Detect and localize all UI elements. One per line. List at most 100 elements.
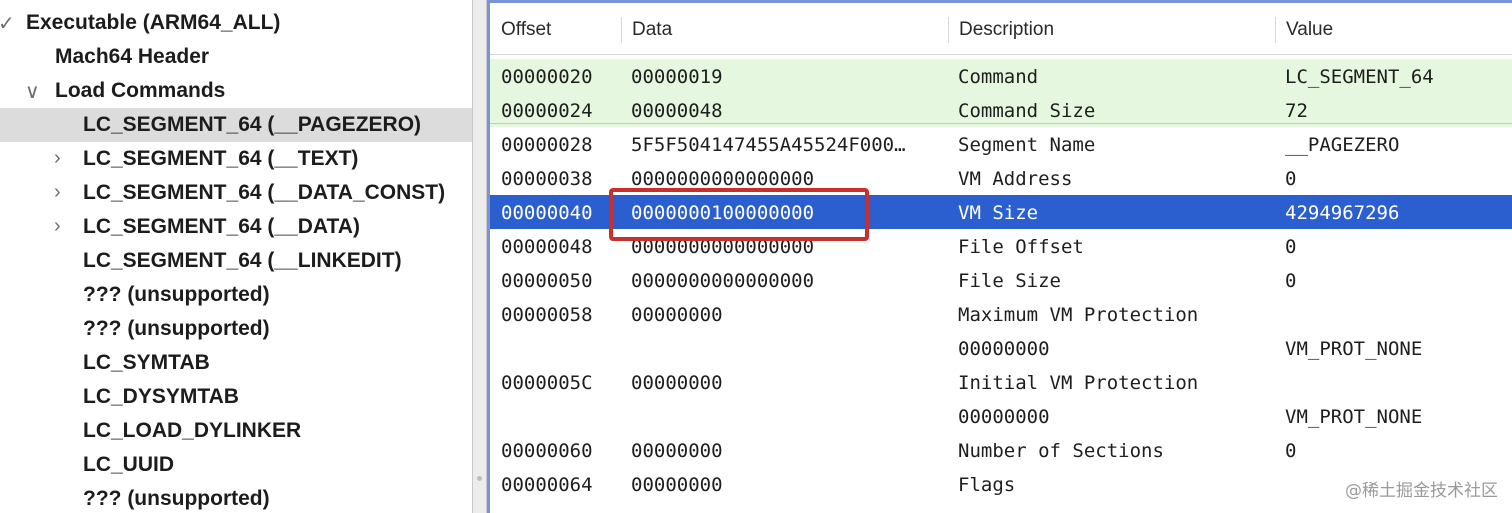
tree-item[interactable]: ??? (unsupported)	[0, 482, 472, 513]
cell-offset: 00000058	[501, 304, 593, 326]
table-row[interactable]: 00000060 00000000 Number of Sections 0	[490, 433, 1512, 467]
cell-value: __PAGEZERO	[1285, 134, 1400, 156]
cell-offset: 00000040	[501, 202, 593, 224]
column-header-description[interactable]: Description	[959, 19, 1054, 41]
table-row[interactable]: 00000050 0000000000000000 File Size 0	[490, 263, 1512, 297]
tree-item[interactable]: › LC_SEGMENT_64 (__TEXT)	[0, 142, 472, 176]
tree-item-label: LC_SEGMENT_64 (__DATA_CONST)	[83, 181, 446, 204]
cell-data: 00000000	[631, 372, 723, 394]
cell-description: Segment Name	[958, 134, 1096, 156]
cell-description: File Size	[958, 270, 1061, 292]
cell-data: 0000000000000000	[631, 168, 815, 190]
cell-description: 00000000	[958, 406, 1050, 428]
tree-item[interactable]: LC_LOAD_DYLINKER	[0, 414, 472, 448]
column-header-data[interactable]: Data	[632, 19, 672, 41]
tree-item[interactable]: LC_SEGMENT_64 (__PAGEZERO)	[0, 108, 472, 142]
cell-value: LC_SEGMENT_64	[1285, 66, 1434, 88]
tree-item-label: LC_SEGMENT_64 (__LINKEDIT)	[83, 249, 402, 272]
cell-data: 5F5F504147455A45524F000…	[631, 134, 906, 156]
column-header-offset[interactable]: Offset	[501, 19, 551, 41]
chevron-right-icon[interactable]: ›	[54, 181, 61, 204]
cell-value: 0	[1285, 168, 1297, 190]
table-row[interactable]: 00000000 VM_PROT_NONE	[490, 331, 1512, 365]
tree-item-label: LC_UUID	[83, 453, 175, 476]
cell-offset: 00000028	[501, 134, 593, 156]
cell-value: VM_PROT_NONE	[1285, 406, 1423, 428]
column-separator[interactable]	[621, 17, 622, 43]
table-header: Offset Data Description Value	[490, 3, 1512, 55]
cell-description: Number of Sections	[958, 440, 1164, 462]
tree-item[interactable]: ✓ Executable (ARM64_ALL)	[0, 6, 472, 40]
cell-data: 0000000000000000	[631, 236, 815, 258]
cell-description: Initial VM Protection	[958, 372, 1199, 394]
tree-item[interactable]: ∨ Load Commands	[0, 74, 472, 108]
cell-data: 00000000	[631, 440, 723, 462]
splitter-grip-icon[interactable]	[477, 476, 482, 481]
disclosure-icon[interactable]: ✓	[0, 11, 15, 36]
cell-description: VM Address	[958, 168, 1073, 190]
cell-data: 00000048	[631, 100, 723, 122]
cell-value: 4294967296	[1285, 202, 1400, 224]
macho-viewer-window: ✓ Executable (ARM64_ALL) Mach64 Header ∨ Loa…	[0, 0, 1512, 513]
table-row[interactable]: 00000024 00000048 Command Size 72	[490, 93, 1512, 127]
tree-item-label: Executable (ARM64_ALL)	[26, 11, 281, 34]
tree-item[interactable]: LC_SEGMENT_64 (__LINKEDIT)	[0, 244, 472, 278]
cell-description: Command Size	[958, 100, 1096, 122]
cell-description: 00000000	[958, 338, 1050, 360]
cell-offset: 00000064	[501, 474, 593, 496]
table-row[interactable]: 00000048 0000000000000000 File Offset 0	[490, 229, 1512, 263]
cell-description: File Offset	[958, 236, 1084, 258]
chevron-down-icon[interactable]: ∨	[25, 79, 40, 104]
chevron-right-icon[interactable]: ›	[54, 215, 61, 238]
tree-item-label: LC_SEGMENT_64 (__DATA)	[83, 215, 360, 238]
tree-item[interactable]: ??? (unsupported)	[0, 278, 472, 312]
table-row[interactable]: 00000020 00000019 Command LC_SEGMENT_64	[490, 59, 1512, 93]
cell-offset: 00000038	[501, 168, 593, 190]
tree-item-label: ??? (unsupported)	[83, 317, 270, 340]
cell-description: VM Size	[958, 202, 1039, 224]
tree-item-label: LC_DYSYMTAB	[83, 385, 239, 408]
cell-description: Maximum VM Protection	[958, 304, 1199, 326]
table-row[interactable]: 00000000 VM_PROT_NONE	[490, 399, 1512, 433]
tree-item-label: ??? (unsupported)	[83, 487, 270, 510]
cell-data: 00000000	[631, 474, 723, 496]
table-row[interactable]: 00000040 0000000100000000 VM Size 429496729…	[490, 195, 1512, 229]
table-row[interactable]: 00000028 5F5F504147455A45524F000… Segment …	[490, 127, 1512, 161]
cell-data: 0000000100000000	[631, 202, 815, 224]
table-row[interactable]: 0000005C 00000000 Initial VM Protection	[490, 365, 1512, 399]
table-row[interactable]: 00000038 0000000000000000 VM Address 0	[490, 161, 1512, 195]
cell-description: Flags	[958, 474, 1016, 496]
tree-item-label: LC_SEGMENT_64 (__PAGEZERO)	[83, 113, 422, 136]
tree-item[interactable]: ??? (unsupported)	[0, 312, 472, 346]
watermark-text: @稀土掘金技术社区	[1345, 481, 1498, 501]
chevron-right-icon[interactable]: ›	[54, 147, 61, 170]
load-commands-tree: ✓ Executable (ARM64_ALL) Mach64 Header ∨ Loa…	[0, 0, 472, 513]
cell-offset: 00000020	[501, 66, 593, 88]
cell-offset: 0000005C	[501, 372, 593, 394]
tree-item-label: LC_SEGMENT_64 (__TEXT)	[83, 147, 359, 170]
table-row[interactable]: 00000058 00000000 Maximum VM Protection	[490, 297, 1512, 331]
cell-value: VM_PROT_NONE	[1285, 338, 1423, 360]
tree-item[interactable]: › LC_SEGMENT_64 (__DATA_CONST)	[0, 176, 472, 210]
tree-item[interactable]: › LC_SEGMENT_64 (__DATA)	[0, 210, 472, 244]
tree-item[interactable]: LC_UUID	[0, 448, 472, 482]
fields-table: Offset Data Description Value 00000020 00…	[487, 0, 1512, 513]
cell-data: 00000019	[631, 66, 723, 88]
column-separator[interactable]	[1275, 17, 1276, 43]
tree-item[interactable]: Mach64 Header	[0, 40, 472, 74]
cell-offset: 00000024	[501, 100, 593, 122]
column-separator[interactable]	[948, 17, 949, 43]
cell-data: 00000000	[631, 304, 723, 326]
cell-value: 0	[1285, 440, 1297, 462]
tree-item-label: LC_SYMTAB	[83, 351, 210, 374]
tree-item[interactable]: LC_DYSYMTAB	[0, 380, 472, 414]
cell-value: 0	[1285, 236, 1297, 258]
cell-offset: 00000050	[501, 270, 593, 292]
column-header-value[interactable]: Value	[1286, 19, 1333, 41]
tree-item-label: ??? (unsupported)	[83, 283, 270, 306]
row-divider	[490, 123, 1512, 124]
tree-item-label: Load Commands	[55, 79, 226, 102]
panel-splitter[interactable]	[472, 0, 487, 513]
cell-value: 72	[1285, 100, 1308, 122]
tree-item[interactable]: LC_SYMTAB	[0, 346, 472, 380]
